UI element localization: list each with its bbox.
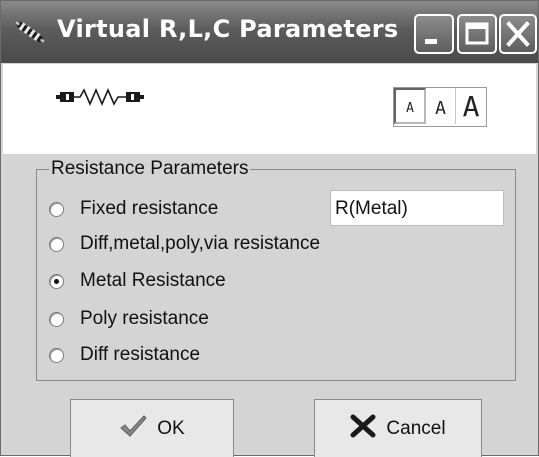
resistor-icon <box>56 87 146 112</box>
font-size-medium-button[interactable]: A <box>426 88 456 124</box>
resistance-value-field[interactable]: R(Metal) <box>330 190 504 226</box>
radio-label: Poly resistance <box>80 308 209 329</box>
radio-label: Fixed resistance <box>80 198 219 219</box>
ok-button[interactable]: OK <box>70 399 234 457</box>
cable-icon <box>13 19 47 45</box>
font-size-small-button[interactable]: A <box>394 88 426 124</box>
font-size-large-button[interactable]: A <box>456 88 486 124</box>
cancel-label: Cancel <box>386 417 446 439</box>
resistance-parameters-group: Resistance Parameters Fixed resistance D… <box>36 158 516 381</box>
maximize-button[interactable] <box>457 14 497 54</box>
font-size-selector: A A A <box>393 87 487 127</box>
radio-button-selected[interactable] <box>49 273 64 289</box>
radio-button[interactable] <box>49 201 64 217</box>
title-bar[interactable]: Virtual R,L,C Parameters <box>1 1 538 63</box>
radio-poly-resistance[interactable]: Poly resistance <box>49 308 209 330</box>
cancel-button[interactable]: Cancel <box>314 399 482 457</box>
checkmark-icon <box>119 414 157 444</box>
window-title: Virtual R,L,C Parameters <box>57 15 399 43</box>
close-button[interactable] <box>499 14 537 54</box>
radio-metal-resistance[interactable]: Metal Resistance <box>49 270 226 292</box>
x-icon <box>350 414 386 444</box>
radio-button[interactable] <box>49 311 64 327</box>
ok-label: OK <box>157 417 185 439</box>
radio-diff-metal-poly-via-resistance[interactable]: Diff,metal,poly,via resistance <box>49 233 320 255</box>
minimize-button[interactable] <box>414 14 454 54</box>
radio-label: Metal Resistance <box>80 270 226 291</box>
dialog-window: Virtual R,L,C Parameters A A A Resistanc… <box>0 0 539 457</box>
radio-label: Diff,metal,poly,via resistance <box>80 233 321 254</box>
radio-label: Diff resistance <box>80 344 201 365</box>
radio-button[interactable] <box>49 236 64 252</box>
group-title: Resistance Parameters <box>49 158 251 180</box>
radio-button[interactable] <box>49 347 64 363</box>
radio-diff-resistance[interactable]: Diff resistance <box>49 344 200 366</box>
radio-fixed-resistance[interactable]: Fixed resistance <box>49 198 218 220</box>
